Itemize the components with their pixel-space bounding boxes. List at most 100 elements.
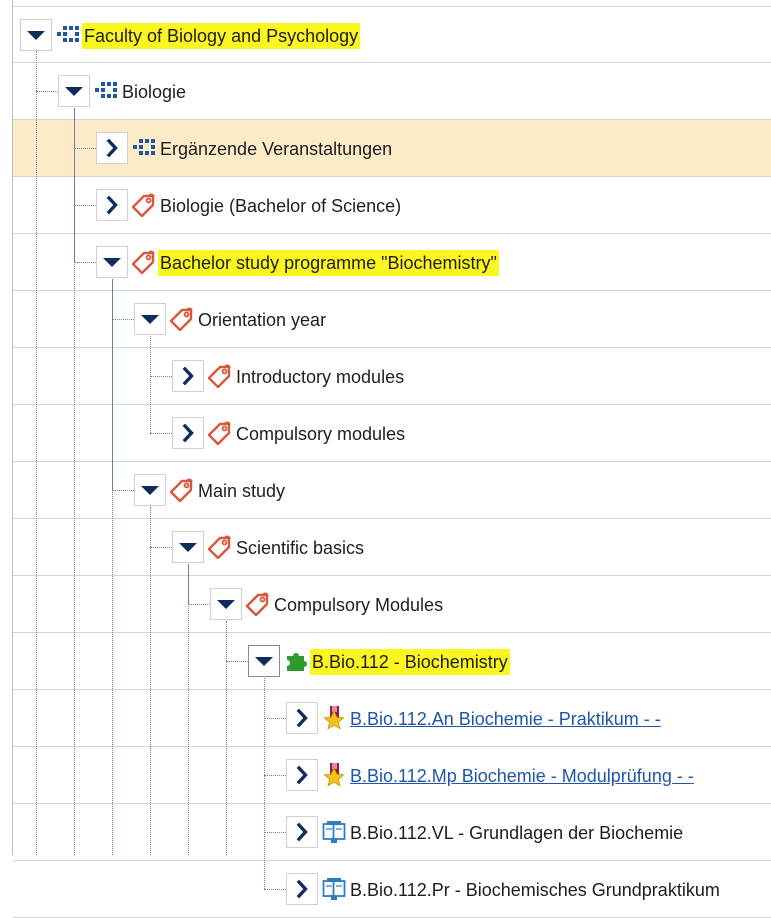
tree-node-bbio112-an: B.Bio.112.An Biochemie - Praktikum - - xyxy=(13,690,771,747)
collapse-toggle-button[interactable] xyxy=(58,75,90,107)
tree-connector-line xyxy=(264,718,286,719)
chevron-down-icon xyxy=(97,247,127,277)
module-tree: Faculty of Biology and Psychology Biologi… xyxy=(0,0,771,918)
expand-toggle-button[interactable] xyxy=(286,702,318,734)
collapse-toggle-button[interactable] xyxy=(20,19,52,51)
node-label: Compulsory Modules xyxy=(274,595,444,615)
tree-node-biologie: Biologie xyxy=(13,63,771,120)
tree-guide-line xyxy=(264,678,265,855)
tree-node-bbio112: B.Bio.112 - Biochemistry xyxy=(13,633,771,690)
tree-connector-line xyxy=(150,376,172,377)
chevron-right-icon xyxy=(173,361,203,391)
node-label: Faculty of Biology and Psychology xyxy=(82,23,361,49)
tree-connector-line xyxy=(188,604,210,605)
collapse-toggle-button[interactable] xyxy=(172,531,204,563)
node-label: Introductory modules xyxy=(236,367,405,387)
node-label: Bachelor study programme "Biochemistry" xyxy=(158,250,499,276)
tag-icon xyxy=(207,535,232,560)
course-icon xyxy=(322,877,346,901)
chevron-right-icon xyxy=(97,190,127,220)
tree-node-biologie-bsc: Biologie (Bachelor of Science) xyxy=(13,177,771,234)
exam-icon xyxy=(322,763,346,787)
collapse-toggle-button[interactable] xyxy=(96,246,128,278)
tree-node-scientific-basics: Scientific basics xyxy=(13,519,771,576)
tree-connector-line xyxy=(74,148,96,149)
tree-connector-line xyxy=(36,91,58,92)
tree-node-main-study: Main study xyxy=(13,462,771,519)
collapse-toggle-button[interactable] xyxy=(248,645,280,677)
expand-toggle-button[interactable] xyxy=(172,417,204,449)
node-label: Ergänzende Veranstaltungen xyxy=(160,139,393,159)
node-label: Orientation year xyxy=(198,310,327,330)
tree-connector-line xyxy=(226,661,248,662)
chevron-right-icon xyxy=(287,874,317,904)
tree-connector-line xyxy=(150,547,172,548)
tag-icon xyxy=(207,364,232,389)
expand-toggle-button[interactable] xyxy=(96,132,128,164)
tree-guide-line xyxy=(226,621,227,855)
chevron-right-icon xyxy=(287,703,317,733)
collapse-toggle-button[interactable] xyxy=(210,588,242,620)
expand-toggle-button[interactable] xyxy=(172,360,204,392)
expand-toggle-button[interactable] xyxy=(286,816,318,848)
tree-connector-line xyxy=(150,433,172,434)
tree-guide-line xyxy=(188,564,189,855)
chevron-down-icon xyxy=(135,475,165,505)
tree-node-bbio112-mp: B.Bio.112.Mp Biochemie - Modulprüfung - … xyxy=(13,747,771,804)
chevron-down-icon xyxy=(135,304,165,334)
chevron-down-icon xyxy=(211,589,241,619)
node-label: B.Bio.112.VL - Grundlagen der Biochemie xyxy=(350,823,684,843)
node-label: Compulsory modules xyxy=(236,424,406,444)
tag-icon xyxy=(169,478,194,503)
chevron-right-icon xyxy=(287,817,317,847)
tree-node-introductory-modules: Introductory modules xyxy=(13,348,771,405)
tree-guide-line xyxy=(36,51,37,855)
module-icon xyxy=(284,649,308,673)
tag-icon xyxy=(169,307,194,332)
tree-connector-line xyxy=(264,832,286,833)
tree-connector-line xyxy=(112,490,134,491)
org-unit-icon xyxy=(132,136,156,160)
tree-guide-line xyxy=(112,279,113,855)
node-label: B.Bio.112 - Biochemistry xyxy=(310,649,510,675)
tree-node-bbio112-pr: B.Bio.112.Pr - Biochemisches Grundprakti… xyxy=(13,861,771,918)
tree-connector-line xyxy=(74,205,96,206)
node-label: B.Bio.112.Pr - Biochemisches Grundprakti… xyxy=(350,880,720,900)
node-label[interactable]: B.Bio.112.An Biochemie - Praktikum - - xyxy=(350,706,661,732)
tree-node-orientation-year: Orientation year xyxy=(13,291,771,348)
org-unit-icon xyxy=(94,79,118,103)
tree-connector-line xyxy=(264,775,286,776)
expand-toggle-button[interactable] xyxy=(286,759,318,791)
tree-node-bachelor-biochemistry: Bachelor study programme "Biochemistry" xyxy=(13,234,771,291)
tree-node-bbio112-vl: B.Bio.112.VL - Grundlagen der Biochemie xyxy=(13,804,771,861)
expand-toggle-button[interactable] xyxy=(286,873,318,905)
tree-connector-line xyxy=(264,889,286,890)
node-label: Biologie xyxy=(122,82,187,102)
tree-node-faculty: Faculty of Biology and Psychology xyxy=(13,6,771,63)
chevron-down-icon xyxy=(173,532,203,562)
chevron-right-icon xyxy=(97,133,127,163)
collapse-toggle-button[interactable] xyxy=(134,474,166,506)
tree-node-compulsory-modules-main: Compulsory Modules xyxy=(13,576,771,633)
expand-toggle-button[interactable] xyxy=(96,189,128,221)
collapse-toggle-button[interactable] xyxy=(134,303,166,335)
node-label: Scientific basics xyxy=(236,538,365,558)
tag-icon xyxy=(131,250,156,275)
node-label[interactable]: B.Bio.112.Mp Biochemie - Modulprüfung - … xyxy=(350,763,694,789)
chevron-down-icon xyxy=(249,646,279,676)
org-unit-icon xyxy=(56,23,80,47)
chevron-right-icon xyxy=(173,418,203,448)
tag-icon xyxy=(207,421,232,446)
tree-guide-line xyxy=(150,507,151,855)
node-label: Biologie (Bachelor of Science) xyxy=(160,196,402,216)
tag-icon xyxy=(131,193,156,218)
tree-node-ergaenzende-veranstaltungen: Ergänzende Veranstaltungen xyxy=(13,120,771,177)
tree-guide-line xyxy=(150,336,151,433)
chevron-right-icon xyxy=(287,760,317,790)
tag-icon xyxy=(245,592,270,617)
exam-icon xyxy=(322,706,346,730)
tree-node-compulsory-modules-orientation: Compulsory modules xyxy=(13,405,771,462)
node-label: Main study xyxy=(198,481,286,501)
chevron-down-icon xyxy=(59,76,89,106)
tree-connector-line xyxy=(112,319,134,320)
